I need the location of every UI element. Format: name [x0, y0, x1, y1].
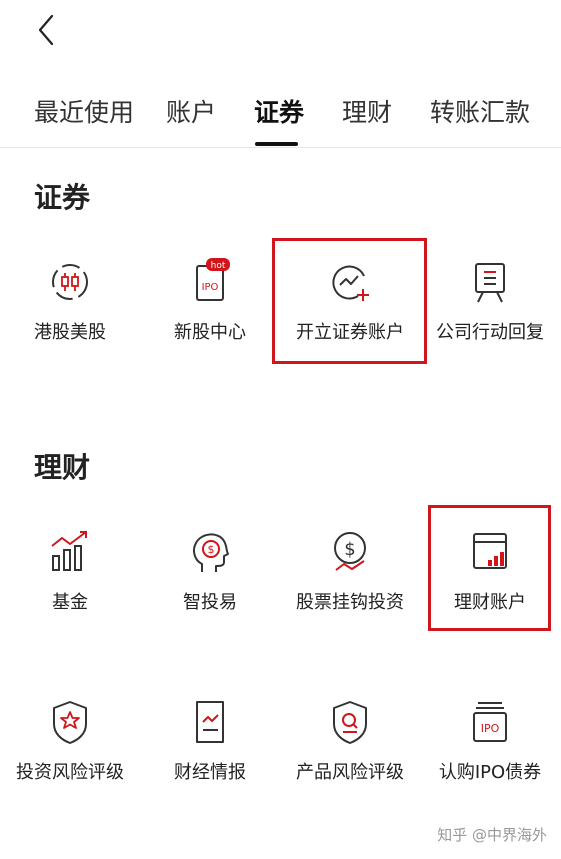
item-label: 产品风险评级: [296, 762, 404, 783]
svg-text:IPO: IPO: [481, 722, 500, 735]
section-title-securities: 证券: [34, 181, 91, 214]
corporate-action-board-icon: [475, 263, 505, 303]
item-label: 新股中心: [174, 322, 246, 343]
svg-text:hot: hot: [211, 261, 226, 271]
equity-linked-dollar-icon: $: [334, 532, 366, 571]
tabs-divider: [0, 147, 561, 148]
item-label: 财经情报: [174, 762, 246, 783]
item-investment-risk-rating[interactable]: 投资风险评级: [0, 698, 140, 784]
back-chevron-icon[interactable]: [30, 10, 70, 50]
item-equity-linked-investment[interactable]: $ 股票挂钩投资: [280, 528, 420, 614]
svg-text:$: $: [208, 543, 215, 556]
item-subscribe-ipo-bonds[interactable]: IPO 认购IPO债券: [420, 698, 560, 784]
item-robo-advisor[interactable]: $ 智投易: [140, 528, 280, 614]
active-tab-indicator: [255, 142, 298, 146]
tab-account[interactable]: 账户: [166, 93, 216, 129]
item-label: 投资风险评级: [16, 762, 124, 783]
item-label: 股票挂钩投资: [296, 592, 404, 613]
item-label: 公司行动回复: [436, 322, 544, 343]
tab-securities[interactable]: 证券: [254, 93, 304, 129]
item-label: 港股美股: [34, 322, 106, 343]
fund-chart-icon: [51, 531, 87, 571]
robo-advisor-head-icon: $: [193, 533, 229, 572]
item-hk-us-stocks[interactable]: 港股美股: [0, 258, 140, 344]
tab-wealth[interactable]: 理财: [342, 93, 392, 129]
item-label: 智投易: [183, 592, 237, 613]
product-risk-search-icon: [333, 701, 367, 744]
hk-us-stock-icon: [52, 264, 88, 300]
tab-transfer[interactable]: 转账汇款: [430, 93, 530, 129]
ipo-hot-icon: IPO hot: [196, 258, 230, 301]
ipo-bond-stack-icon: IPO: [473, 702, 507, 742]
watermark-text: 知乎 @中界海外: [437, 826, 547, 844]
item-label: 认购IPO债券: [438, 762, 542, 783]
item-fund[interactable]: 基金: [0, 528, 140, 614]
category-tabs: 最近使用 账户 证券 理财 转账汇款: [0, 85, 561, 147]
highlight-box-open-account: [272, 238, 427, 364]
highlight-box-wealth-account: [428, 505, 551, 631]
finance-news-doc-icon: [196, 701, 224, 743]
svg-text:IPO: IPO: [202, 282, 219, 293]
item-product-risk-rating[interactable]: 产品风险评级: [280, 698, 420, 784]
svg-text:$: $: [344, 539, 355, 560]
section-title-wealth: 理财: [34, 451, 91, 484]
item-ipo-center[interactable]: IPO hot 新股中心: [140, 258, 280, 344]
item-corporate-action[interactable]: 公司行动回复: [420, 258, 560, 344]
investment-risk-shield-icon: [53, 701, 87, 744]
item-label: 基金: [52, 592, 88, 613]
item-finance-news[interactable]: 财经情报: [140, 698, 280, 784]
tab-recent[interactable]: 最近使用: [34, 93, 134, 129]
